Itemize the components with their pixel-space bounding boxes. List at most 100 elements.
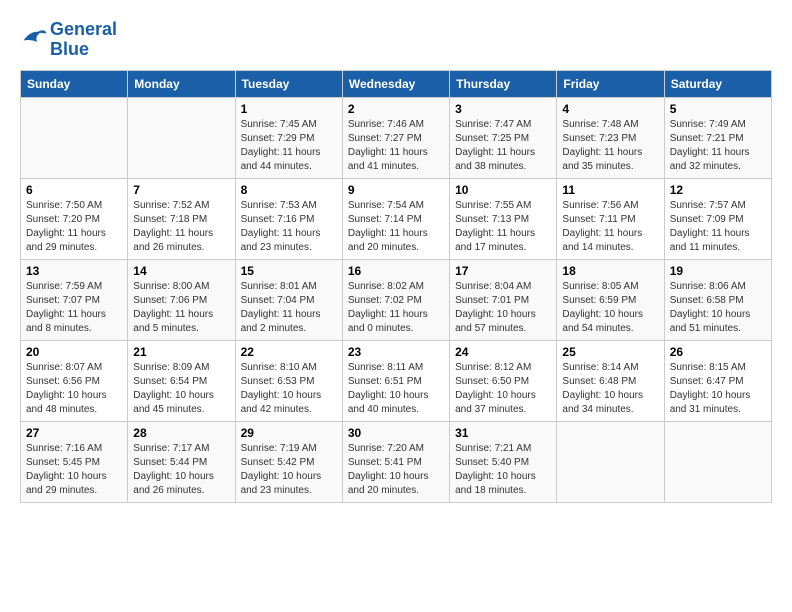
calendar-cell: 2 Sunrise: 7:46 AMSunset: 7:27 PMDaylight… <box>342 97 449 178</box>
cell-content: Sunrise: 7:59 AMSunset: 7:07 PMDaylight:… <box>26 280 122 336</box>
calendar-cell: 30 Sunrise: 7:20 AMSunset: 5:41 PMDayligh… <box>342 421 449 502</box>
day-number: 1 <box>241 102 337 116</box>
day-number: 19 <box>670 264 766 278</box>
day-number: 6 <box>26 183 122 197</box>
calendar-cell: 5 Sunrise: 7:49 AMSunset: 7:21 PMDaylight… <box>664 97 771 178</box>
day-number: 21 <box>133 345 229 359</box>
day-number: 30 <box>348 426 444 440</box>
calendar-body: 1 Sunrise: 7:45 AMSunset: 7:29 PMDaylight… <box>21 97 772 502</box>
calendar-cell: 11Sunrise: 7:56 AMSunset: 7:11 PMDayligh… <box>557 178 664 259</box>
calendar-week-3: 13Sunrise: 7:59 AMSunset: 7:07 PMDayligh… <box>21 259 772 340</box>
cell-content: Sunrise: 8:02 AMSunset: 7:02 PMDaylight:… <box>348 280 444 336</box>
calendar-cell <box>557 421 664 502</box>
day-number: 3 <box>455 102 551 116</box>
cell-content: Sunrise: 7:49 AMSunset: 7:21 PMDaylight:… <box>670 118 766 174</box>
cell-content: Sunrise: 8:09 AMSunset: 6:54 PMDaylight:… <box>133 361 229 417</box>
cell-content: Sunrise: 8:07 AMSunset: 6:56 PMDaylight:… <box>26 361 122 417</box>
column-header-friday: Friday <box>557 70 664 97</box>
cell-content: Sunrise: 7:55 AMSunset: 7:13 PMDaylight:… <box>455 199 551 255</box>
logo-bird-icon <box>20 26 48 48</box>
column-header-sunday: Sunday <box>21 70 128 97</box>
page-header: GeneralBlue <box>20 20 772 60</box>
calendar-week-5: 27 Sunrise: 7:16 AMSunset: 5:45 PMDayligh… <box>21 421 772 502</box>
calendar-cell: 4 Sunrise: 7:48 AMSunset: 7:23 PMDaylight… <box>557 97 664 178</box>
cell-content: Sunrise: 7:17 AMSunset: 5:44 PMDaylight:… <box>133 442 229 498</box>
day-number: 5 <box>670 102 766 116</box>
cell-content: Sunrise: 8:06 AMSunset: 6:58 PMDaylight:… <box>670 280 766 336</box>
day-number: 17 <box>455 264 551 278</box>
day-number: 15 <box>241 264 337 278</box>
calendar-cell: 9 Sunrise: 7:54 AMSunset: 7:14 PMDaylight… <box>342 178 449 259</box>
calendar-cell: 3 Sunrise: 7:47 AMSunset: 7:25 PMDaylight… <box>450 97 557 178</box>
day-number: 12 <box>670 183 766 197</box>
calendar-cell: 27 Sunrise: 7:16 AMSunset: 5:45 PMDayligh… <box>21 421 128 502</box>
cell-content: Sunrise: 8:14 AMSunset: 6:48 PMDaylight:… <box>562 361 658 417</box>
cell-content: Sunrise: 7:21 AMSunset: 5:40 PMDaylight:… <box>455 442 551 498</box>
day-number: 8 <box>241 183 337 197</box>
column-header-saturday: Saturday <box>664 70 771 97</box>
calendar-cell: 1 Sunrise: 7:45 AMSunset: 7:29 PMDaylight… <box>235 97 342 178</box>
day-number: 26 <box>670 345 766 359</box>
day-number: 16 <box>348 264 444 278</box>
day-number: 2 <box>348 102 444 116</box>
cell-content: Sunrise: 8:05 AMSunset: 6:59 PMDaylight:… <box>562 280 658 336</box>
column-header-thursday: Thursday <box>450 70 557 97</box>
cell-content: Sunrise: 7:52 AMSunset: 7:18 PMDaylight:… <box>133 199 229 255</box>
calendar-cell <box>21 97 128 178</box>
cell-content: Sunrise: 7:47 AMSunset: 7:25 PMDaylight:… <box>455 118 551 174</box>
day-number: 29 <box>241 426 337 440</box>
calendar-cell: 13Sunrise: 7:59 AMSunset: 7:07 PMDayligh… <box>21 259 128 340</box>
day-number: 10 <box>455 183 551 197</box>
day-number: 20 <box>26 345 122 359</box>
calendar-cell: 17Sunrise: 8:04 AMSunset: 7:01 PMDayligh… <box>450 259 557 340</box>
cell-content: Sunrise: 8:12 AMSunset: 6:50 PMDaylight:… <box>455 361 551 417</box>
day-number: 4 <box>562 102 658 116</box>
day-number: 22 <box>241 345 337 359</box>
logo-text: GeneralBlue <box>50 20 117 60</box>
cell-content: Sunrise: 7:20 AMSunset: 5:41 PMDaylight:… <box>348 442 444 498</box>
calendar-cell: 18Sunrise: 8:05 AMSunset: 6:59 PMDayligh… <box>557 259 664 340</box>
column-header-monday: Monday <box>128 70 235 97</box>
calendar-cell: 25 Sunrise: 8:14 AMSunset: 6:48 PMDayligh… <box>557 340 664 421</box>
day-number: 25 <box>562 345 658 359</box>
calendar-cell: 8 Sunrise: 7:53 AMSunset: 7:16 PMDaylight… <box>235 178 342 259</box>
day-number: 27 <box>26 426 122 440</box>
calendar-week-1: 1 Sunrise: 7:45 AMSunset: 7:29 PMDaylight… <box>21 97 772 178</box>
calendar-cell <box>128 97 235 178</box>
cell-content: Sunrise: 7:16 AMSunset: 5:45 PMDaylight:… <box>26 442 122 498</box>
cell-content: Sunrise: 7:48 AMSunset: 7:23 PMDaylight:… <box>562 118 658 174</box>
day-number: 28 <box>133 426 229 440</box>
calendar-cell: 29 Sunrise: 7:19 AMSunset: 5:42 PMDayligh… <box>235 421 342 502</box>
cell-content: Sunrise: 8:01 AMSunset: 7:04 PMDaylight:… <box>241 280 337 336</box>
cell-content: Sunrise: 7:19 AMSunset: 5:42 PMDaylight:… <box>241 442 337 498</box>
cell-content: Sunrise: 7:57 AMSunset: 7:09 PMDaylight:… <box>670 199 766 255</box>
calendar-cell: 7 Sunrise: 7:52 AMSunset: 7:18 PMDaylight… <box>128 178 235 259</box>
calendar-cell: 10 Sunrise: 7:55 AMSunset: 7:13 PMDayligh… <box>450 178 557 259</box>
cell-content: Sunrise: 8:10 AMSunset: 6:53 PMDaylight:… <box>241 361 337 417</box>
day-number: 31 <box>455 426 551 440</box>
column-header-wednesday: Wednesday <box>342 70 449 97</box>
cell-content: Sunrise: 7:46 AMSunset: 7:27 PMDaylight:… <box>348 118 444 174</box>
day-number: 11 <box>562 183 658 197</box>
calendar-cell: 28 Sunrise: 7:17 AMSunset: 5:44 PMDayligh… <box>128 421 235 502</box>
day-number: 23 <box>348 345 444 359</box>
logo: GeneralBlue <box>20 20 117 60</box>
calendar-cell: 20 Sunrise: 8:07 AMSunset: 6:56 PMDayligh… <box>21 340 128 421</box>
cell-content: Sunrise: 8:00 AMSunset: 7:06 PMDaylight:… <box>133 280 229 336</box>
cell-content: Sunrise: 7:54 AMSunset: 7:14 PMDaylight:… <box>348 199 444 255</box>
calendar-cell: 15 Sunrise: 8:01 AMSunset: 7:04 PMDayligh… <box>235 259 342 340</box>
calendar-cell: 19 Sunrise: 8:06 AMSunset: 6:58 PMDayligh… <box>664 259 771 340</box>
day-number: 7 <box>133 183 229 197</box>
day-number: 14 <box>133 264 229 278</box>
day-number: 9 <box>348 183 444 197</box>
calendar-cell: 26 Sunrise: 8:15 AMSunset: 6:47 PMDayligh… <box>664 340 771 421</box>
calendar-table: SundayMondayTuesdayWednesdayThursdayFrid… <box>20 70 772 503</box>
calendar-cell: 12 Sunrise: 7:57 AMSunset: 7:09 PMDayligh… <box>664 178 771 259</box>
cell-content: Sunrise: 8:15 AMSunset: 6:47 PMDaylight:… <box>670 361 766 417</box>
cell-content: Sunrise: 7:50 AMSunset: 7:20 PMDaylight:… <box>26 199 122 255</box>
calendar-cell: 6 Sunrise: 7:50 AMSunset: 7:20 PMDaylight… <box>21 178 128 259</box>
cell-content: Sunrise: 7:45 AMSunset: 7:29 PMDaylight:… <box>241 118 337 174</box>
calendar-cell: 14 Sunrise: 8:00 AMSunset: 7:06 PMDayligh… <box>128 259 235 340</box>
cell-content: Sunrise: 7:53 AMSunset: 7:16 PMDaylight:… <box>241 199 337 255</box>
calendar-header-row: SundayMondayTuesdayWednesdayThursdayFrid… <box>21 70 772 97</box>
